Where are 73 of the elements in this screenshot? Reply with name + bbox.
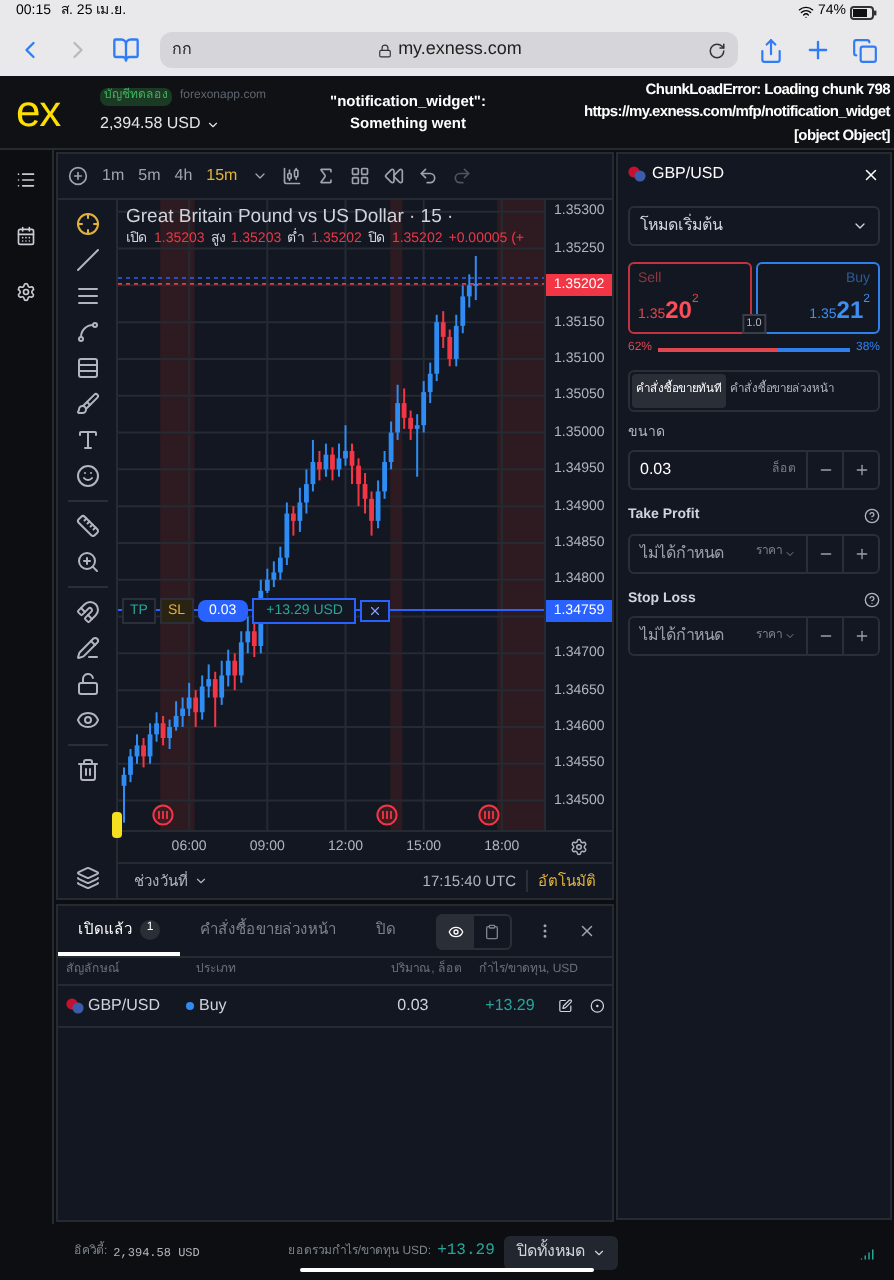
function-icon[interactable] [315, 166, 336, 186]
caret-icon[interactable] [852, 218, 868, 234]
symbol-title: GBP/USD [652, 162, 725, 186]
session-marker-icon[interactable] [477, 804, 499, 826]
view-mode-button[interactable] [438, 915, 474, 947]
grid-icon[interactable] [349, 166, 370, 186]
close-all-button[interactable]: ปิดทั้งหมด [504, 1235, 619, 1269]
signal-icon [860, 1243, 878, 1261]
smile-icon[interactable] [75, 464, 99, 488]
eye-icon[interactable] [75, 708, 99, 732]
caret-icon[interactable] [251, 168, 268, 184]
timeframe-button[interactable]: 5m [138, 164, 161, 188]
wifi-icon [797, 4, 814, 20]
address-bar[interactable]: กก my.exness.com [160, 32, 738, 68]
text-icon[interactable] [75, 428, 99, 452]
lock-icon [378, 43, 393, 57]
edit-icon[interactable] [558, 998, 574, 1014]
session-marker-icon[interactable] [151, 804, 173, 826]
chart-title: Great Britain Pound vs US Dollar · 15 · [126, 208, 456, 227]
bookmarks-icon[interactable] [112, 36, 140, 64]
close-icon[interactable] [578, 922, 596, 940]
calendar-icon[interactable] [16, 226, 36, 246]
tabs-icon[interactable] [852, 37, 878, 63]
close-icon[interactable] [368, 603, 383, 618]
timeframe-button[interactable]: 4h [174, 164, 193, 188]
total-pl-value: +13.29 [437, 1240, 495, 1264]
brush-icon[interactable] [75, 392, 99, 416]
mode-dropdown[interactable]: โหมดเริ่มต้น [628, 206, 880, 246]
settings-icon[interactable] [16, 282, 36, 302]
close-position-icon[interactable] [589, 998, 604, 1014]
curve-icon[interactable] [75, 320, 99, 344]
reload-icon[interactable] [708, 41, 726, 59]
new-tab-icon[interactable] [804, 36, 832, 64]
table-cell: GBP/USD [88, 994, 161, 1018]
help-icon[interactable] [864, 591, 880, 608]
caret-icon[interactable] [194, 874, 208, 888]
lines-icon[interactable] [75, 284, 99, 308]
table-cell-text: 0.03 [395, 994, 429, 1018]
table-cell-text: +13.29 [483, 994, 535, 1018]
candlestick-icon[interactable] [281, 166, 302, 186]
rows-icon[interactable] [75, 356, 99, 380]
caret-icon[interactable] [206, 117, 221, 131]
text-size-button[interactable]: กก [172, 38, 192, 62]
redo-icon[interactable] [451, 166, 472, 186]
collapse-handle[interactable] [112, 812, 122, 838]
close-position-button[interactable] [360, 599, 391, 622]
add-indicator-icon[interactable] [68, 166, 88, 186]
line-icon[interactable] [75, 248, 99, 272]
pencil-icon[interactable] [75, 636, 99, 660]
url-text: my.exness.com [398, 36, 522, 63]
crosshair-icon[interactable] [75, 212, 99, 236]
session-marker-icon[interactable] [375, 804, 397, 826]
list-icon[interactable] [16, 170, 36, 190]
balance-dropdown[interactable]: 2,394.58 USD [100, 112, 316, 136]
layers-icon[interactable] [75, 866, 99, 890]
magnet-icon[interactable] [75, 600, 99, 624]
timeframe-button[interactable]: 1m [102, 164, 125, 188]
caret-icon[interactable] [592, 1245, 607, 1259]
clipboard-icon[interactable] [484, 923, 500, 939]
help-icon[interactable] [864, 508, 880, 525]
table-cell: Buy [199, 994, 227, 1018]
timeframe-button[interactable]: 15m [206, 164, 238, 188]
logo[interactable]: ex [16, 90, 100, 134]
eye-icon[interactable] [448, 923, 464, 939]
ruler-icon[interactable] [75, 514, 99, 538]
battery-icon [850, 5, 878, 19]
unlock-icon[interactable] [75, 672, 99, 696]
zoom-in-icon[interactable] [75, 550, 99, 574]
undo-icon[interactable] [417, 166, 438, 186]
share-icon[interactable] [758, 37, 784, 63]
rewind-icon[interactable] [383, 166, 404, 186]
trash-icon[interactable] [75, 758, 99, 782]
settings-icon[interactable] [569, 838, 587, 856]
